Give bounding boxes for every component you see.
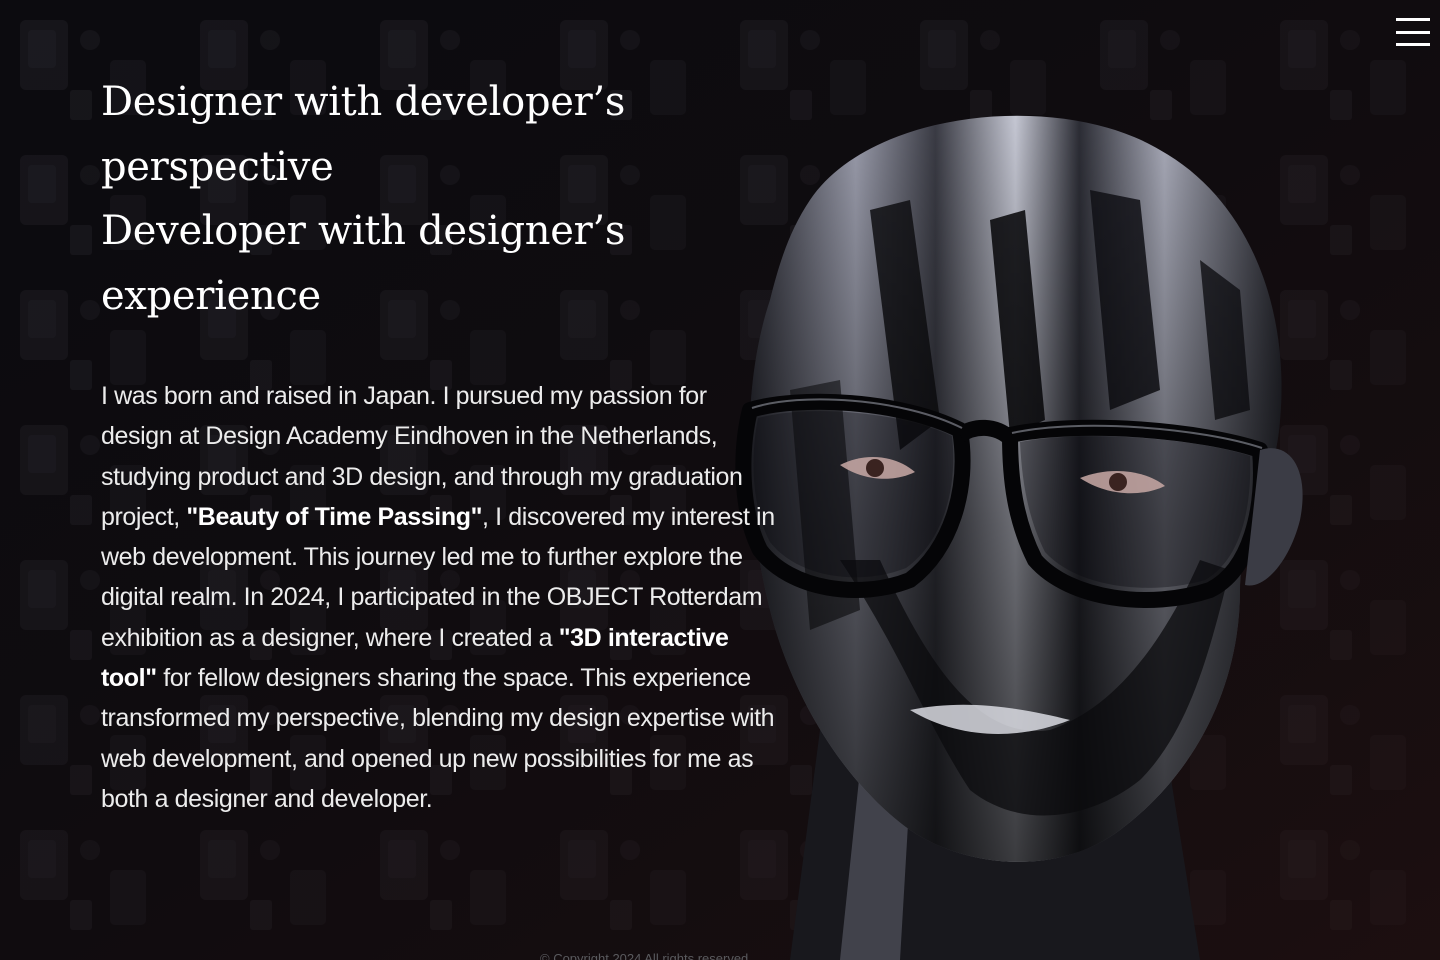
bio-paragraph: I was born and raised in Japan. I pursue… bbox=[101, 376, 781, 819]
menu-bar-top bbox=[1396, 18, 1430, 21]
menu-bar-middle bbox=[1396, 30, 1430, 34]
hamburger-menu-icon[interactable] bbox=[1396, 18, 1430, 46]
hero-section: Designer with developer’s perspective De… bbox=[101, 70, 781, 844]
menu-bar-bottom bbox=[1396, 43, 1430, 46]
bio-text-part-3: for fellow designers sharing the space. … bbox=[101, 664, 775, 813]
footer-copyright: © Copyright 2024 All rights reserved bbox=[540, 951, 749, 960]
headline-line-3: Developer with designer’s bbox=[101, 208, 626, 254]
bio-highlight-beauty-of-time-passing: "Beauty of Time Passing" bbox=[186, 502, 483, 531]
page-headline: Designer with developer’s perspective De… bbox=[101, 70, 781, 328]
headline-line-4: experience bbox=[101, 272, 321, 319]
headline-line-2: perspective bbox=[101, 143, 334, 190]
headline-line-1: Designer with developer’s bbox=[101, 79, 626, 125]
